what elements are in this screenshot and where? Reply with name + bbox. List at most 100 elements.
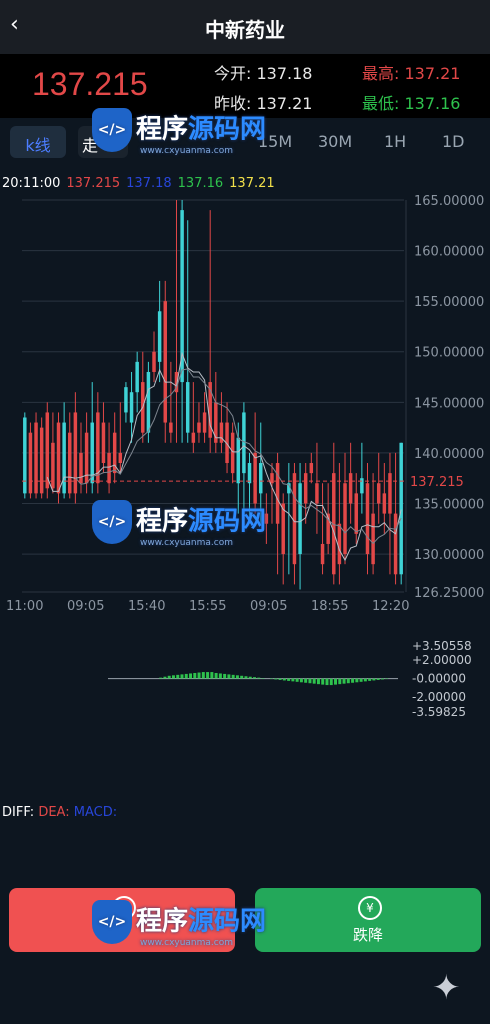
- tab-30m[interactable]: 30M: [318, 132, 352, 151]
- macd-bar: [291, 678, 295, 682]
- x-tick-label: 09:05: [250, 599, 287, 614]
- macd-bar: [308, 678, 312, 684]
- candle-body: [169, 422, 173, 433]
- candle-body: [298, 483, 302, 555]
- open-row: 今开: 137.18: [214, 60, 312, 84]
- y-tick-label: 165.00000: [414, 194, 484, 209]
- macd-chart: +3.50558+2.00000 -0.00000 -2.00000-3.59825: [108, 640, 472, 719]
- watermark: </> 程序源码网 www.cxyuanma.com: [92, 108, 266, 156]
- tab-1h[interactable]: 1H: [384, 132, 406, 151]
- candle-body: [202, 412, 207, 433]
- macd-bar: [380, 678, 384, 680]
- macd-tick-label: +3.50558: [412, 640, 472, 653]
- candle-body: [242, 412, 246, 474]
- open-label: 今开:: [214, 64, 252, 83]
- header: ‹ 中新药业: [0, 0, 490, 54]
- macd-bar: [171, 675, 175, 679]
- candle-body: [236, 437, 241, 484]
- y-tick-label: 130.00000: [414, 548, 484, 563]
- high-label: 最高:: [362, 64, 400, 83]
- x-tick-label: 15:40: [128, 599, 165, 614]
- candle-body: [152, 351, 156, 372]
- x-tick-label: 09:05: [67, 599, 104, 614]
- current-price: 137.215: [32, 66, 148, 102]
- candle-body: [101, 422, 106, 464]
- legend-value-3: 137.16: [177, 176, 224, 191]
- macd-bar: [197, 672, 201, 679]
- low-value: 137.16: [404, 94, 461, 113]
- macd-bar: [299, 678, 303, 683]
- candle-body: [309, 463, 314, 474]
- candle-body: [107, 452, 111, 484]
- macd-bar: [167, 675, 171, 679]
- candle-body: [62, 422, 66, 494]
- macd-bar: [210, 672, 214, 679]
- candle-body: [371, 513, 375, 565]
- macd-bar: [206, 672, 210, 679]
- candle-body: [382, 493, 387, 514]
- macd-bar: [316, 678, 320, 685]
- candle-body: [399, 442, 403, 575]
- candle-body: [118, 452, 123, 464]
- macd-bar: [282, 678, 286, 681]
- macd-bar: [338, 678, 342, 685]
- diff-label: DIFF:: [2, 805, 35, 820]
- macd-bar: [355, 678, 359, 683]
- macd-bar: [223, 673, 227, 679]
- watermark: </> 程序源码网 www.cxyuanma.com: [92, 500, 266, 548]
- watermark-text-b: 源码网: [188, 506, 267, 537]
- buy-down-button[interactable]: ¥ 跌降: [255, 888, 481, 952]
- candlestick-chart[interactable]: 165.00000 160.00000 155.00000 150.00000 145.…: [0, 190, 490, 620]
- legend-value-2: 137.18: [126, 176, 172, 191]
- candle-body: [191, 432, 196, 443]
- macd-bar: [163, 676, 167, 679]
- macd-bar: [287, 678, 291, 681]
- current-price-label: 137.215: [410, 475, 464, 490]
- y-tick-label: 140.00000: [414, 447, 484, 462]
- y-tick-label: 126.25000: [414, 586, 484, 601]
- macd-bar: [368, 678, 372, 681]
- macd-legend: DIFF: DEA: MACD:: [2, 805, 117, 820]
- candle-body: [270, 473, 274, 484]
- macd-bar: [227, 674, 231, 679]
- macd-bar: [159, 677, 163, 679]
- macd-bar: [359, 678, 363, 682]
- macd-bar: [274, 678, 278, 680]
- candle-body: [354, 493, 358, 534]
- candle-body: [23, 417, 27, 494]
- buy-down-label: 跌降: [352, 926, 383, 944]
- legend-value-4: 137.21: [229, 176, 275, 191]
- legend-time: 20:11:00: [2, 176, 61, 191]
- macd-bar: [193, 672, 197, 679]
- page-title: 中新药业: [205, 18, 285, 42]
- candle-body: [393, 513, 398, 575]
- macd-bar: [180, 674, 184, 679]
- candle-body: [315, 483, 319, 504]
- watermark-shield-icon: </>: [92, 900, 132, 944]
- open-value: 137.18: [256, 64, 313, 83]
- macd-bar: [235, 675, 239, 679]
- macd-label: MACD:: [73, 805, 118, 820]
- macd-bar: [218, 673, 222, 679]
- candle-body: [247, 463, 252, 484]
- macd-tick-label: -3.59825: [412, 705, 466, 719]
- macd-tick-label: -2.00000: [412, 690, 466, 704]
- tab-kline-label: k线: [25, 136, 51, 155]
- sparkle-icon[interactable]: ✦: [432, 968, 461, 1008]
- watermark: </> 程序源码网 www.cxyuanma.com: [92, 900, 266, 948]
- tab-kline[interactable]: k线: [10, 126, 66, 158]
- candle-body: [253, 452, 257, 504]
- candle-body: [376, 483, 381, 504]
- tab-1d[interactable]: 1D: [442, 132, 465, 151]
- macd-bar: [189, 673, 193, 679]
- macd-tick-label: -0.00000: [412, 672, 466, 686]
- candle-body: [320, 543, 325, 565]
- watermark-text-a: 程序: [136, 906, 189, 937]
- x-tick-label: 12:20: [372, 599, 409, 614]
- macd-bar: [304, 678, 308, 683]
- yen-circle-icon: ¥: [358, 896, 382, 920]
- macd-bar: [312, 678, 316, 684]
- macd-bar: [295, 678, 299, 682]
- candle-body: [45, 412, 50, 489]
- legend-value-1: 137.215: [66, 176, 121, 191]
